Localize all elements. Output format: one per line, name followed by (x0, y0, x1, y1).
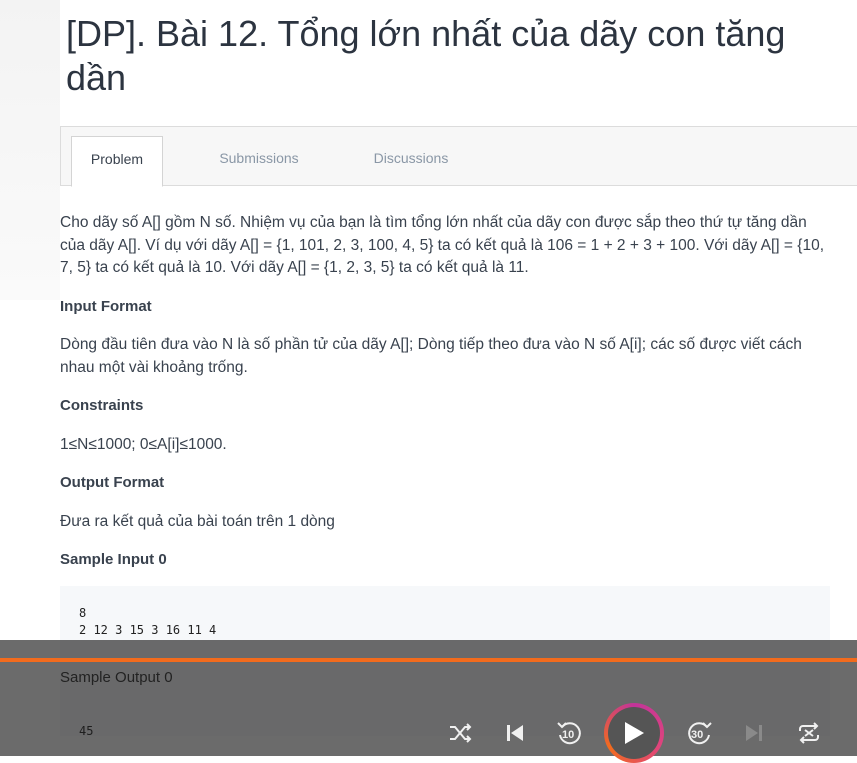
input-format-heading: Input Format (60, 297, 152, 315)
constraints-heading: Constraints (60, 397, 144, 414)
next-button[interactable] (737, 716, 771, 750)
forward-30-button[interactable]: 30 (682, 716, 716, 750)
forward-label: 30 (691, 729, 704, 741)
tab-submissions[interactable]: Submissions (211, 136, 307, 184)
repeat-button[interactable] (792, 716, 826, 750)
skip-previous-icon (507, 725, 523, 741)
page-title: [DP]. Bài 12. Tổng lớn nhất của dãy con … (66, 13, 786, 98)
shuffle-button[interactable] (443, 716, 477, 750)
left-shade (0, 0, 60, 300)
sample-output-heading: Sample Output 0 (60, 669, 173, 686)
play-icon (625, 722, 644, 744)
input-format-text: Dòng đầu tiên đưa vào N là số phần tử củ… (60, 336, 802, 376)
previous-button[interactable] (498, 716, 532, 750)
sample-input-line: 2 12 3 15 3 16 11 4 (79, 623, 217, 637)
shuffle-icon (450, 723, 472, 743)
output-format-text: Đưa ra kết quả của bài toán trên 1 dòng (60, 512, 335, 530)
repeat-icon (799, 722, 819, 744)
sample-input-line: 8 (79, 606, 87, 620)
sample-input-heading: Sample Input 0 (60, 551, 167, 568)
rewind-label: 10 (562, 729, 575, 741)
output-format-heading: Output Format (60, 474, 165, 491)
constraints-text: 1≤N≤1000; 0≤A[i]≤1000. (60, 435, 227, 453)
tab-bar: Problem Submissions Discussions (60, 126, 857, 187)
sample-output-line: 45 (79, 724, 94, 738)
rewind-10-button[interactable]: 10 (553, 716, 587, 750)
play-button[interactable] (604, 703, 664, 763)
tab-discussions[interactable]: Discussions (365, 136, 457, 184)
play-button-inner (608, 707, 660, 759)
problem-statement: Cho dãy số A[] gồm N số. Nhiệm vụ của bạ… (60, 214, 825, 276)
problem-statement-body: Cho dãy số A[] gồm N số. Nhiệm vụ của bạ… (60, 212, 835, 572)
tab-problem[interactable]: Problem (71, 136, 163, 187)
skip-next-icon (746, 725, 762, 741)
problem-page: [DP]. Bài 12. Tổng lớn nhất của dãy con … (0, 0, 857, 763)
progress-bar[interactable] (0, 658, 857, 662)
